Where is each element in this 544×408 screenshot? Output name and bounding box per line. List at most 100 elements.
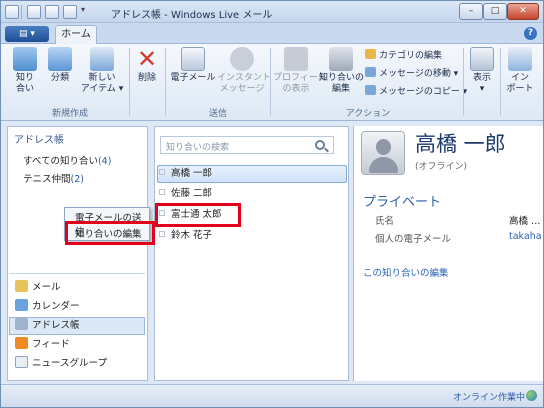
nav-address-book-label: アドレス帳 [32, 320, 80, 331]
contact-avatar [361, 131, 405, 175]
minimize-button[interactable]: – [459, 3, 483, 20]
tennis-count: (2) [70, 174, 84, 185]
ribbon: 知り 合い 分類 新しい アイテム ▾ 新規作成 ✕ 削除 電子メール インスタ… [1, 44, 543, 121]
group-separator [270, 48, 271, 116]
messenger-icon [230, 47, 254, 71]
group-label-new: 新規作成 [51, 109, 88, 119]
contact-search-input[interactable]: 知り合いの検索 [160, 136, 334, 154]
presence-status: (オフライン) [415, 162, 468, 172]
tab-home[interactable]: ホーム [55, 25, 97, 45]
status-bar: オンライン作業中 [1, 384, 543, 407]
edit-contact-ribbon-button[interactable]: 知り合いの 編集 [319, 47, 365, 95]
mail-icon [15, 280, 28, 292]
import-button-label: イン ポート [506, 73, 534, 94]
new-icon[interactable] [27, 5, 41, 19]
view-button[interactable]: 表示 ▾ [467, 47, 497, 95]
copy-message-label: メッセージのコピー ▾ [379, 87, 468, 97]
sync-icon[interactable] [63, 5, 77, 19]
contact-checkbox[interactable] [159, 231, 165, 237]
instant-message-button[interactable]: インスタント メッセージ [217, 47, 271, 95]
field-email-value[interactable]: takaha [509, 231, 542, 242]
instant-message-button-label: インスタント メッセージ [217, 73, 271, 94]
avatar-body [369, 157, 398, 173]
address-book-header: アドレス帳 [14, 135, 64, 146]
app-menu-icon[interactable] [5, 5, 19, 19]
edit-contact-link[interactable]: この知り合いの編集 [363, 265, 449, 279]
contact-checkbox[interactable] [159, 169, 165, 175]
move-message-button[interactable]: メッセージの移動 ▾ [365, 67, 458, 81]
group-label-send: 送信 [208, 109, 227, 119]
move-message-label: メッセージの移動 ▾ [379, 69, 459, 79]
rss-feed-icon [15, 337, 28, 349]
field-name-label: 氏名 [375, 216, 395, 227]
highlight-edit-menu [65, 221, 155, 245]
profile-icon [284, 47, 308, 71]
view-icon [470, 47, 494, 71]
delete-x-icon: ✕ [136, 45, 158, 73]
edit-contact-ribbon-label: 知り合いの 編集 [319, 73, 365, 94]
avatar-head [376, 139, 391, 155]
online-status-text: オンライン作業中 [452, 393, 525, 403]
group-separator [463, 48, 464, 116]
contact-name: 鈴木 花子 [171, 230, 213, 241]
nav-newsgroups[interactable]: ニュースグループ [15, 355, 107, 372]
maximize-button[interactable]: □ [483, 3, 507, 20]
section-private-title: プライベート [363, 195, 442, 210]
contact-row[interactable]: 鈴木 花子 [159, 228, 212, 244]
contact-checkbox[interactable] [159, 189, 165, 195]
nav-newsgroups-label: ニュースグループ [32, 358, 107, 369]
category-button-label: 分類 [50, 73, 69, 83]
contact-name: 佐藤 二郎 [171, 188, 213, 199]
reply-icon[interactable] [45, 5, 59, 19]
highlight-selected-contact [155, 203, 241, 227]
newsgroup-icon [15, 356, 28, 368]
view-profile-button-label: プロフィール の表示 [273, 73, 327, 94]
group-label-action: アクション [345, 109, 391, 119]
nav-address-book[interactable]: アドレス帳 [15, 317, 80, 334]
category-all-contacts[interactable]: すべての知り合い(4) [23, 153, 111, 167]
globe-icon [526, 390, 537, 401]
new-item-button[interactable]: 新しい アイテム ▾ [79, 47, 125, 95]
category-edit-button[interactable]: カテゴリの編集 [365, 49, 442, 63]
nav-calendar[interactable]: カレンダー [15, 298, 80, 315]
app-menu-button[interactable]: ▤ ▾ [5, 26, 49, 42]
tennis-label: テニス仲間 [23, 174, 71, 185]
ribbon-tab-row: ▤ ▾ ホーム ? [1, 23, 543, 45]
import-button[interactable]: イン ポート [503, 47, 537, 95]
copy-message-icon [365, 85, 376, 95]
category-tennis[interactable]: テニス仲間(2) [23, 171, 84, 185]
address-book-icon [15, 318, 28, 330]
view-profile-button[interactable]: プロフィール の表示 [273, 47, 327, 95]
close-button[interactable]: ✕ [507, 3, 539, 20]
nav-calendar-label: カレンダー [32, 301, 80, 312]
contact-row[interactable]: 佐藤 二郎 [159, 186, 212, 202]
group-separator [129, 48, 130, 116]
new-item-button-label: 新しい アイテム ▾ [80, 73, 124, 94]
category-edit-icon [365, 49, 376, 59]
all-contacts-count: (4) [97, 156, 112, 167]
window-title: アドレス帳 - Windows Live メール [111, 10, 273, 21]
contact-button[interactable]: 知り 合い [11, 47, 39, 95]
category-button[interactable]: 分類 [45, 47, 75, 84]
search-icon[interactable] [315, 140, 325, 150]
group-separator [500, 48, 501, 116]
import-icon [508, 47, 532, 71]
delete-button-label: 削除 [137, 73, 156, 83]
contact-name: 高橋 一郎 [171, 168, 213, 179]
category-icon [48, 47, 72, 71]
app-window: ▾ アドレス帳 - Windows Live メール – □ ✕ ▤ ▾ ホーム… [0, 0, 544, 408]
help-icon[interactable]: ? [524, 27, 537, 40]
field-email-label: 個人の電子メール [375, 234, 452, 245]
group-separator [165, 48, 166, 116]
nav-feeds[interactable]: フィード [15, 336, 70, 353]
quick-access-dropdown-icon[interactable]: ▾ [81, 5, 91, 19]
envelope-icon [181, 47, 205, 71]
copy-message-button[interactable]: メッセージのコピー ▾ [365, 85, 467, 99]
email-button[interactable]: 電子メール [169, 47, 217, 84]
contact-row[interactable]: 高橋 一郎 [159, 166, 212, 182]
move-message-icon [365, 67, 376, 77]
nav-mail[interactable]: メール [15, 279, 61, 296]
field-name-value: 高橋 … [509, 216, 541, 227]
category-edit-label: カテゴリの編集 [379, 51, 443, 61]
delete-button[interactable]: ✕ 削除 [133, 47, 161, 84]
